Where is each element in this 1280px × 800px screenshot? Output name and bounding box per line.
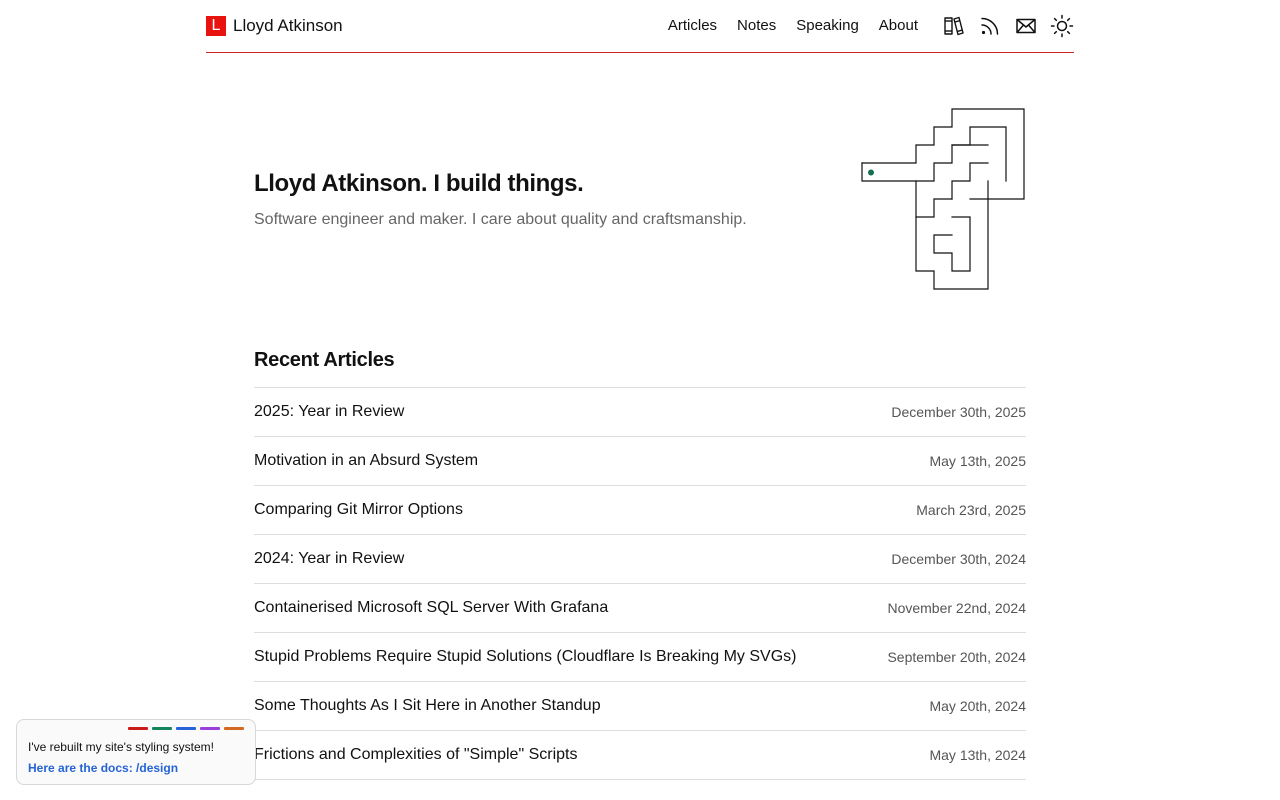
header-icons	[942, 14, 1074, 38]
article-title: Containerised Microsoft SQL Server With …	[254, 599, 609, 616]
hero-title: Lloyd Atkinson. I build things.	[254, 170, 584, 197]
site-logo[interactable]: L Lloyd Atkinson	[206, 16, 343, 36]
article-title: Stupid Problems Require Stupid Solutions…	[254, 648, 797, 665]
article-row[interactable]: 2024: Year in Review December 30th, 2024	[254, 535, 1026, 584]
article-title: Motivation in an Absurd System	[254, 452, 479, 469]
articles-list: 2025: Year in Review December 30th, 2025…	[254, 387, 1026, 780]
sun-icon[interactable]	[1050, 14, 1074, 38]
main-nav: Articles Notes Speaking About	[668, 16, 918, 36]
rss-icon[interactable]	[978, 14, 1002, 38]
recent-articles-heading: Recent Articles	[254, 349, 395, 371]
mail-icon[interactable]	[1014, 14, 1038, 38]
design-docs-link[interactable]: Here are the docs: /design	[28, 761, 178, 775]
site-header: L Lloyd Atkinson Articles Notes Speaking…	[206, 0, 1074, 53]
article-date: May 13th, 2024	[929, 747, 1026, 763]
styling-system-toast: I've rebuilt my site's styling system! H…	[16, 719, 256, 785]
article-row[interactable]: Comparing Git Mirror Options March 23rd,…	[254, 486, 1026, 535]
logo-mark: L	[206, 16, 226, 36]
nav-notes[interactable]: Notes	[737, 16, 776, 36]
article-row[interactable]: Some Thoughts As I Sit Here in Another S…	[254, 682, 1026, 731]
article-date: March 23rd, 2025	[916, 502, 1026, 518]
swatch-purple	[200, 727, 220, 730]
article-date: May 13th, 2025	[929, 453, 1026, 469]
swatch-orange	[224, 727, 244, 730]
article-date: December 30th, 2025	[891, 404, 1026, 420]
site-name: Lloyd Atkinson	[233, 16, 343, 35]
maze-illustration	[861, 108, 1025, 290]
article-title: Comparing Git Mirror Options	[254, 501, 463, 518]
hero-subtitle: Software engineer and maker. I care abou…	[254, 211, 747, 228]
article-title: Some Thoughts As I Sit Here in Another S…	[254, 697, 601, 714]
article-title: Frictions and Complexities of "Simple" S…	[254, 746, 578, 763]
nav-articles[interactable]: Articles	[668, 16, 717, 36]
nav-speaking[interactable]: Speaking	[796, 16, 859, 36]
article-row[interactable]: Stupid Problems Require Stupid Solutions…	[254, 633, 1026, 682]
swatch-red	[128, 727, 148, 730]
color-swatches	[128, 727, 244, 730]
article-row[interactable]: Motivation in an Absurd System May 13th,…	[254, 437, 1026, 486]
article-title: 2025: Year in Review	[254, 403, 405, 420]
toast-message: I've rebuilt my site's styling system!	[28, 740, 214, 754]
article-row[interactable]: Containerised Microsoft SQL Server With …	[254, 584, 1026, 633]
article-date: May 20th, 2024	[929, 698, 1026, 714]
swatch-green	[152, 727, 172, 730]
books-icon[interactable]	[942, 14, 966, 38]
nav-about[interactable]: About	[879, 16, 918, 36]
article-row[interactable]: Frictions and Complexities of "Simple" S…	[254, 731, 1026, 780]
article-date: December 30th, 2024	[891, 551, 1026, 567]
article-row[interactable]: 2025: Year in Review December 30th, 2025	[254, 388, 1026, 437]
article-title: 2024: Year in Review	[254, 550, 405, 567]
article-date: September 20th, 2024	[887, 649, 1026, 665]
swatch-blue	[176, 727, 196, 730]
article-date: November 22nd, 2024	[887, 600, 1026, 616]
